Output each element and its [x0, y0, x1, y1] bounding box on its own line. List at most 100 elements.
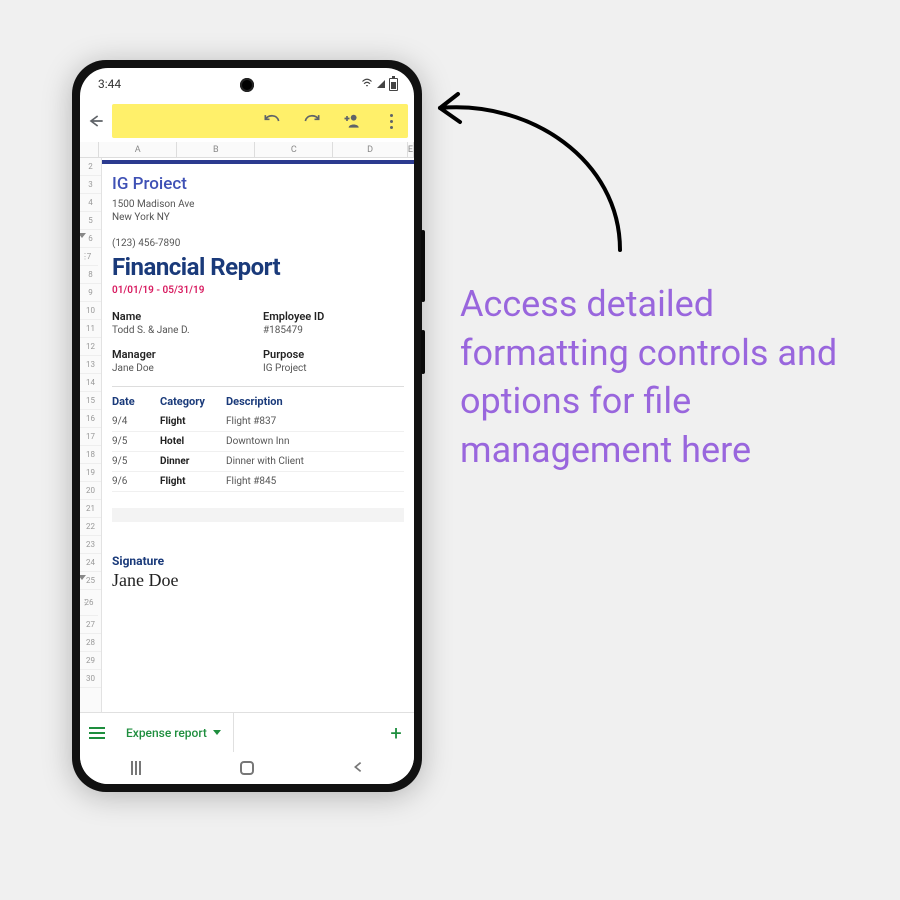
- address-line1: 1500 Madison Ave: [112, 198, 404, 211]
- all-sheets-icon[interactable]: [80, 727, 114, 739]
- android-nav-bar: [80, 752, 414, 784]
- row-header[interactable]: 24: [80, 554, 101, 572]
- power-button: [421, 330, 425, 374]
- add-person-icon[interactable]: [342, 111, 362, 131]
- active-sheet-tab[interactable]: Expense report: [114, 713, 234, 752]
- phone-screen: 3:44: [80, 68, 414, 784]
- name-value: Todd S. & Jane D.: [112, 325, 253, 336]
- row-header[interactable]: 23: [80, 536, 101, 554]
- camera-hole: [240, 78, 254, 92]
- status-time: 3:44: [98, 77, 121, 91]
- row-header[interactable]: 4: [80, 194, 101, 212]
- expense-description: Flight #845: [226, 476, 404, 487]
- row-header[interactable]: 26: [80, 590, 98, 616]
- col-description-header: Description: [226, 395, 404, 408]
- volume-button: [421, 230, 425, 302]
- row-header[interactable]: 14: [80, 374, 101, 392]
- expense-category: Flight: [160, 416, 220, 427]
- row-header[interactable]: 12: [80, 338, 101, 356]
- purpose-label: Purpose: [263, 348, 404, 361]
- sheet-tab-label: Expense report: [126, 726, 207, 740]
- table-row: 9/6FlightFlight #845: [112, 472, 404, 492]
- row-header[interactable]: 10: [80, 302, 101, 320]
- table-row: 9/5 Hotel Downtown Inn: [112, 432, 404, 452]
- company-name: IG Proiect: [112, 174, 404, 194]
- callout-arrow: [410, 80, 640, 270]
- row-header[interactable]: 30: [80, 670, 101, 688]
- row-header[interactable]: 11: [80, 320, 101, 338]
- expense-date: 9/6: [112, 476, 154, 487]
- name-label: Name: [112, 310, 253, 323]
- col-header[interactable]: E: [408, 142, 414, 158]
- row-header[interactable]: 17: [80, 428, 101, 446]
- toolbar-highlight: [112, 104, 408, 138]
- expense-description: Flight #837: [226, 416, 404, 427]
- col-category-header: Category: [160, 395, 220, 408]
- table-row: 9/5DinnerDinner with Client: [112, 452, 404, 472]
- nav-home-icon[interactable]: [240, 761, 254, 775]
- row-header[interactable]: 25: [80, 572, 101, 590]
- row-header[interactable]: 18: [80, 446, 101, 464]
- row-header[interactable]: 19: [80, 464, 101, 482]
- header-accent-bar: [102, 160, 414, 164]
- date-range: 01/01/19 - 05/31/19: [112, 285, 404, 296]
- nav-recent-icon[interactable]: [129, 761, 143, 775]
- col-header[interactable]: D: [333, 142, 408, 158]
- expense-date: 9/5: [112, 436, 154, 447]
- col-header[interactable]: A: [99, 142, 177, 158]
- column-headers: A B C D E: [80, 142, 414, 158]
- report-title: Financial Report: [112, 253, 404, 281]
- row-header[interactable]: 27: [80, 616, 101, 634]
- expense-table: Date Category Description 9/4 Flight Fligh…: [112, 395, 404, 492]
- row-header[interactable]: 16: [80, 410, 101, 428]
- row-header[interactable]: 13: [80, 356, 101, 374]
- company-phone: (123) 456-7890: [112, 238, 404, 249]
- manager-label: Manager: [112, 348, 253, 361]
- callout-text: Access detailed formatting controls and …: [460, 280, 860, 474]
- col-header[interactable]: C: [255, 142, 333, 158]
- more-icon[interactable]: [382, 112, 400, 130]
- expense-category: Dinner: [160, 456, 220, 467]
- manager-value: Jane Doe: [112, 363, 253, 374]
- expense-description: Dinner with Client: [226, 456, 404, 467]
- expense-description: Downtown Inn: [226, 436, 404, 447]
- wifi-icon: [361, 77, 373, 92]
- divider: [112, 386, 404, 387]
- row-header[interactable]: 9: [80, 284, 101, 302]
- back-icon[interactable]: [86, 111, 106, 131]
- row-header[interactable]: 8: [80, 266, 101, 284]
- row-headers: 2345678910111213141516171819202122232425…: [80, 158, 102, 712]
- empid-value: #185479: [263, 325, 404, 336]
- battery-icon: [389, 78, 398, 91]
- nav-back-icon[interactable]: [351, 759, 365, 778]
- undo-icon[interactable]: [262, 111, 282, 131]
- row-header[interactable]: 22: [80, 518, 101, 536]
- expense-date: 9/4: [112, 416, 154, 427]
- phone-frame: 3:44: [72, 60, 422, 792]
- col-date-header: Date: [112, 395, 154, 408]
- row-header[interactable]: 20: [80, 482, 101, 500]
- row-header[interactable]: 5: [80, 212, 101, 230]
- purpose-value: IG Project: [263, 363, 404, 374]
- redo-icon[interactable]: [302, 111, 322, 131]
- row-header[interactable]: 15: [80, 392, 101, 410]
- row-header[interactable]: 21: [80, 500, 101, 518]
- row-header[interactable]: 28: [80, 634, 101, 652]
- document-content[interactable]: IG Proiect 1500 Madison Ave New York NY …: [102, 158, 414, 712]
- empid-label: Employee ID: [263, 310, 404, 323]
- add-sheet-button[interactable]: +: [378, 721, 414, 745]
- row-header[interactable]: 3: [80, 176, 101, 194]
- table-row: 9/4 Flight Flight #837: [112, 412, 404, 432]
- sheet-tabs-bar: Expense report +: [80, 712, 414, 752]
- row-header[interactable]: 29: [80, 652, 101, 670]
- expense-category: Hotel: [160, 436, 220, 447]
- col-header[interactable]: B: [177, 142, 255, 158]
- address-line2: New York NY: [112, 211, 404, 224]
- spreadsheet-area: A B C D E 234567891011121314151617181920…: [80, 142, 414, 712]
- summary-band: [112, 508, 404, 522]
- row-header[interactable]: 2: [80, 158, 101, 176]
- signal-icon: [377, 80, 385, 88]
- app-toolbar: [80, 100, 414, 142]
- row-header[interactable]: 6: [80, 230, 101, 248]
- row-header[interactable]: 7: [80, 248, 98, 266]
